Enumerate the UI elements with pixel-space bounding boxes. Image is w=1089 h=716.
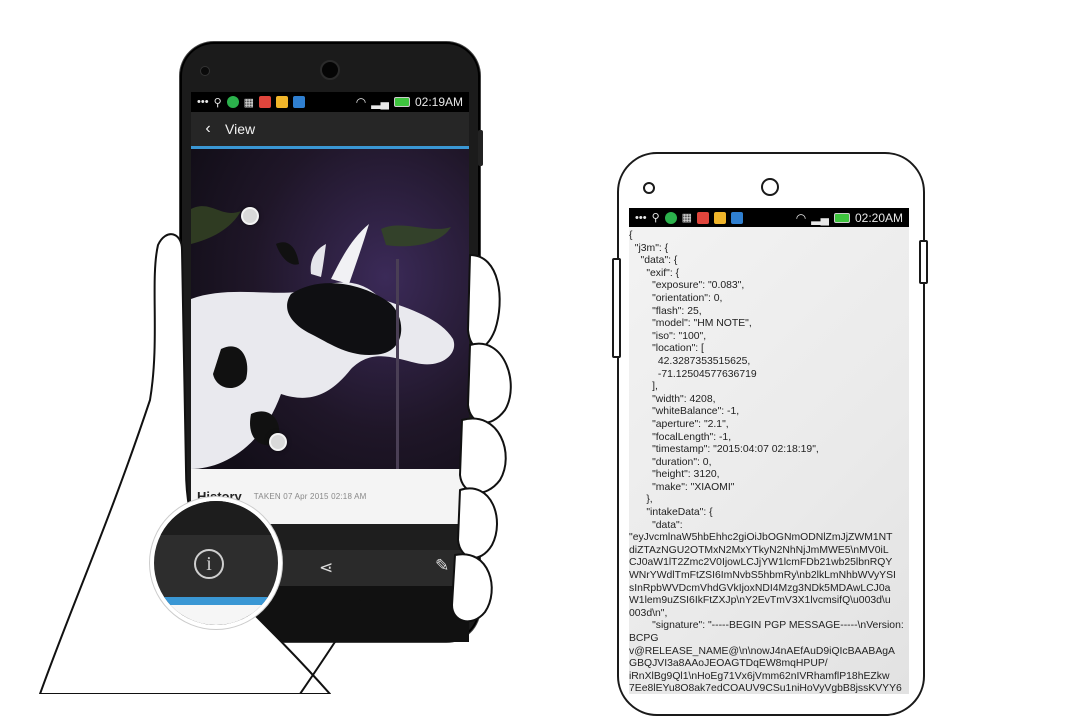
json-line: 7Ee8lEYu8O8ak7edCOAUV9CSu1niHoVyVgbB8jss… [629, 683, 902, 694]
share-icon[interactable]: ⋖ [319, 558, 333, 578]
json-line: "data": [629, 519, 683, 531]
status-bar: ••• ⚲ ▦ ◠ ▂▄ 02:20AM [629, 208, 909, 227]
status-time: 02:20AM [854, 210, 903, 225]
metadata-marker[interactable] [269, 433, 287, 451]
json-line: "focalLength": -1, [629, 431, 732, 443]
front-sensor [643, 182, 655, 194]
app-icon [226, 96, 239, 108]
json-line: "make": "XIAOMI" [629, 481, 735, 493]
json-line: "flash": 25, [629, 305, 702, 317]
search-icon: ⚲ [213, 96, 222, 109]
status-time: 02:19AM [414, 95, 463, 109]
json-line: 42.3287353515625, [629, 355, 751, 367]
cow-figurine-image [191, 149, 469, 469]
json-metadata-view: { "j3m": { "data": { "exif": { "exposure… [629, 228, 909, 694]
app-icon [276, 96, 289, 108]
right-screen: ••• ⚲ ▦ ◠ ▂▄ 02:20AM { "j3m": { "data": … [629, 208, 909, 694]
edit-icon[interactable]: ✎ [435, 556, 449, 576]
more-icon: ••• [197, 96, 209, 108]
json-line: iRnXlBg9Ql1\nHoEg71Vx6jVmm62nIVRhamflP18… [629, 670, 890, 682]
json-line: W1lem9uZSI6IkFtZXJp\nY2EvTmV3X1lvcmsifQ\… [629, 595, 891, 607]
app-icon [697, 211, 710, 224]
json-line: GBQJVI3a8AAoJEOAGTDqEW8mqHPUP/ [629, 658, 828, 670]
magnified-strip [154, 501, 278, 535]
json-line: "aperture": "2.1", [629, 418, 729, 430]
photo [191, 149, 469, 469]
json-line: -71.12504577636719 [629, 368, 757, 380]
json-line: "height": 3120, [629, 469, 720, 481]
json-line: "timestamp": "2015:04:07 02:18:19", [629, 444, 819, 456]
front-camera [761, 178, 779, 196]
app-icon [293, 96, 306, 108]
json-line: ], [629, 381, 658, 393]
app-icon [731, 211, 744, 224]
grid-icon: ▦ [681, 212, 693, 224]
json-line: "signature": "-----BEGIN PGP MESSAGE----… [629, 620, 904, 632]
json-line: { [629, 230, 633, 241]
json-line: "location": [ [629, 343, 704, 355]
json-line: "whiteBalance": -1, [629, 406, 740, 418]
app-bar: ‹ View [191, 112, 469, 149]
chevron-left-icon[interactable]: ‹ [191, 120, 225, 138]
json-line: "duration": 0, [629, 456, 712, 468]
magnified-accent-bar [154, 597, 278, 605]
signal-icon: ▂▄ [371, 95, 389, 109]
volume-button [612, 258, 621, 358]
app-icon [664, 211, 677, 224]
json-line: "j3m": { [629, 242, 669, 254]
json-line: v@RELEASE_NAME@\n\nowJ4nAEfAuD9iQIcBAABA… [629, 645, 895, 657]
page-title: View [225, 121, 256, 137]
side-button [478, 130, 483, 166]
json-line: WNrYWdlTmFtZSI6ImNvbS5hbmRy\nb2lkLmNhbWV… [629, 570, 896, 582]
json-line: "exif": { [629, 267, 680, 279]
app-icon [259, 96, 272, 108]
front-camera [320, 60, 340, 80]
json-line: 003d\n", [629, 607, 668, 619]
json-line: BCPG [629, 633, 659, 644]
wifi-icon: ◠ [795, 210, 807, 225]
json-line: "intakeData": { [629, 507, 713, 519]
battery-icon [393, 97, 410, 107]
more-icon: ••• [635, 211, 647, 224]
json-line: sInRpbWVDcmVhdGVkIjoxNDI4Mzg3NDk5MDAwLCJ… [629, 582, 891, 594]
search-icon: ⚲ [651, 212, 660, 224]
front-sensor [200, 66, 210, 76]
json-line: diZTAzNGU2OTMxN2MxYTkyN2NhNjJmMWE5\nMV0i… [629, 544, 889, 556]
status-bar: ••• ⚲ ▦ ◠ ▂▄ 02:19AM [191, 92, 469, 112]
magnifier-bubble: i [150, 497, 282, 629]
json-line: "data": { [629, 255, 678, 267]
metadata-marker[interactable] [241, 207, 259, 225]
json-line: CJ0aW1lT2Zmc2V0IjowLCJjYW1lcmFDb21wb25lb… [629, 557, 893, 569]
app-icon [714, 211, 727, 224]
grid-icon: ▦ [243, 96, 255, 109]
signal-icon: ▂▄ [811, 210, 829, 225]
battery-icon [833, 212, 850, 223]
json-line: "exposure": "0.083", [629, 280, 745, 292]
wifi-icon: ◠ [355, 95, 367, 109]
json-line: "width": 4208, [629, 393, 716, 405]
json-line: "iso": "100", [629, 330, 707, 342]
taken-timestamp: TAKEN 07 Apr 2015 02:18 AM [253, 492, 367, 501]
power-button [919, 240, 928, 284]
json-line: }, [629, 494, 653, 506]
json-line: "orientation": 0, [629, 292, 723, 304]
info-icon[interactable]: i [194, 549, 224, 579]
json-line: "eyJvcmlnaW5hbEhhc2giOiJbOGNmODNlZmJjZWM… [629, 532, 893, 544]
json-line: "model": "HM NOTE", [629, 318, 752, 330]
